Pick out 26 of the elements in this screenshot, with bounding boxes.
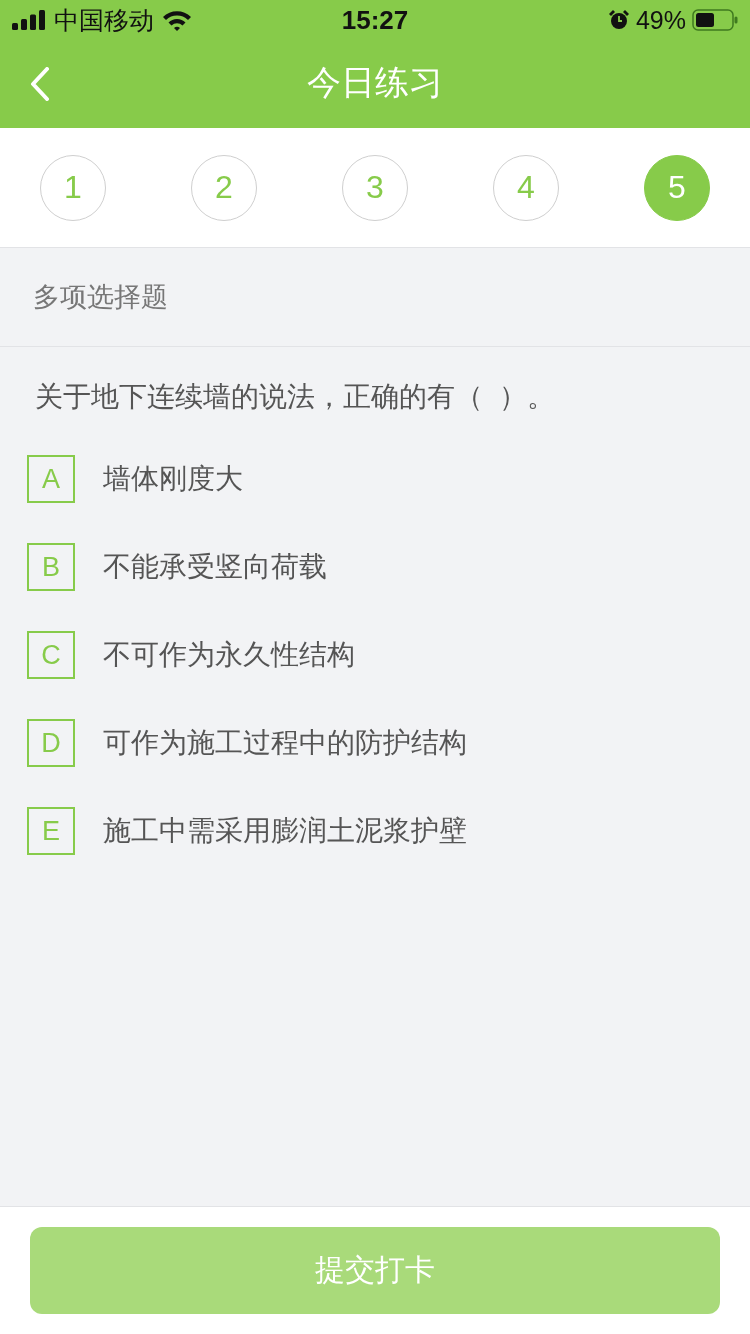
option-text: 可作为施工过程中的防护结构 [103, 726, 467, 760]
question-number-button[interactable]: 4 [493, 154, 559, 221]
battery-percent: 49% [635, 5, 686, 35]
question-number-button[interactable]: 1 [40, 154, 106, 221]
wifi-icon [162, 9, 192, 31]
battery-icon [692, 9, 738, 31]
question-type-label: 多项选择题 [33, 281, 168, 314]
option-letter-checkbox[interactable]: E [27, 807, 75, 855]
option-text: 不可作为永久性结构 [103, 638, 355, 672]
question-number-button[interactable]: 2 [191, 154, 257, 221]
question-number-button[interactable]: 5 [644, 154, 710, 221]
option-letter-checkbox[interactable]: D [27, 719, 75, 767]
signal-icon [12, 10, 46, 30]
option-letter-checkbox[interactable]: A [27, 455, 75, 503]
back-chevron-icon [30, 67, 50, 101]
alarm-clock-icon [607, 9, 630, 31]
page-title: 今日练习 [307, 62, 443, 103]
option-letter-checkbox[interactable]: C [27, 631, 75, 679]
option-text: 施工中需采用膨润土泥浆护壁 [103, 814, 467, 848]
carrier-name: 中国移动 [54, 5, 154, 35]
option-text: 墙体刚度大 [103, 462, 243, 496]
option-letter-checkbox[interactable]: B [27, 543, 75, 591]
question-text: 关于地下连续墙的说法，正确的有（ ）。 [35, 380, 556, 414]
option-text: 不能承受竖向荷载 [103, 550, 327, 584]
status-time: 15:27 [341, 5, 409, 35]
question-number-button[interactable]: 3 [342, 154, 408, 221]
